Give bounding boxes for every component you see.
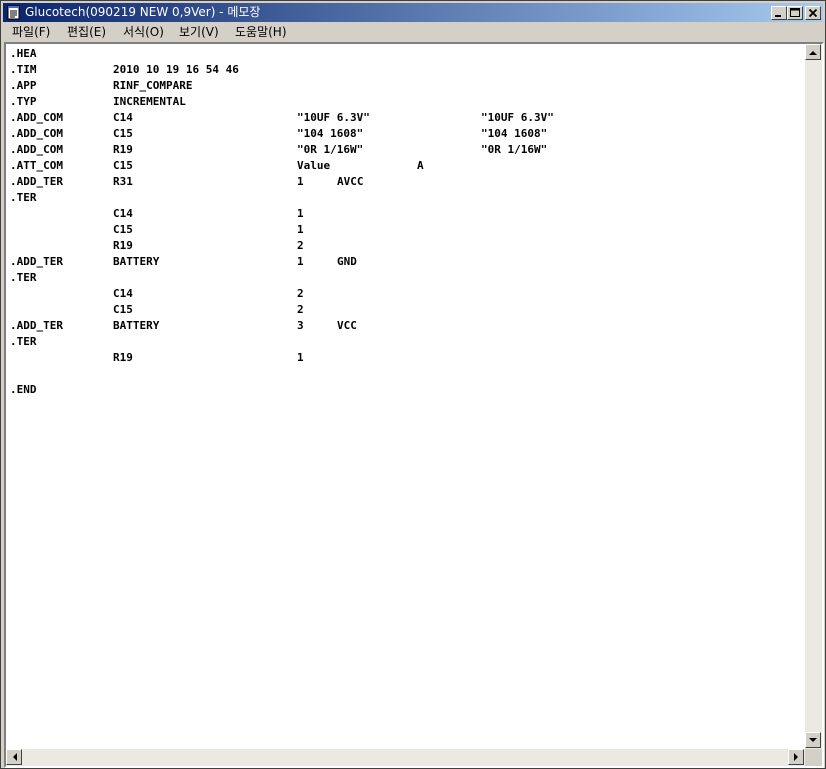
document-cell: .TYP [10, 95, 37, 108]
menu-edit[interactable]: 편집(E) [67, 25, 106, 39]
document-cell: 1 [297, 207, 304, 220]
document-cell: VCC [337, 319, 357, 332]
document-cell: 1 [297, 175, 304, 188]
document-cell: 2 [297, 287, 304, 300]
document-cell: C14 [113, 111, 133, 124]
document-cell: R19 [113, 143, 133, 156]
menu-help[interactable]: 도움말(H) [235, 25, 287, 39]
text-editor[interactable]: .HEA .TIM 2010 10 19 16 54 46 .APP RINF_COMP… [6, 44, 805, 749]
document-cell: "104 1608" [481, 127, 548, 140]
document-cell: C15 [113, 223, 133, 236]
document-cell: .ADD_COM [10, 143, 63, 156]
document-cell: .ATT_COM [10, 159, 63, 172]
document-cell: INCREMENTAL [113, 95, 186, 108]
document-cell: .TER [10, 335, 37, 348]
scroll-down-button[interactable] [805, 732, 821, 748]
document-cell: 1 [297, 223, 304, 236]
editor-frame: .HEA .TIM 2010 10 19 16 54 46 .APP RINF_COMP… [4, 42, 824, 768]
menu-format[interactable]: 서식(O) [123, 25, 164, 39]
document-cell: C14 [113, 287, 133, 300]
size-grip [805, 749, 822, 766]
menu-file[interactable]: 파일(F) [12, 25, 50, 39]
document-cell: "0R 1/16W" [297, 143, 364, 156]
document-cell: RINF_COMPARE [113, 79, 193, 92]
document-cell: BATTERY [113, 319, 160, 332]
document-cell: A [417, 159, 424, 172]
document-cell: C15 [113, 127, 133, 140]
scroll-left-button[interactable] [6, 749, 22, 765]
menu-bar: 파일(F) 편집(E) 서식(O) 보기(V) 도움말(H) [3, 22, 823, 42]
close-button[interactable] [805, 6, 821, 20]
document-cell: 1 [297, 351, 304, 364]
document-cell: 2 [297, 303, 304, 316]
arrow-right-icon [793, 753, 798, 761]
arrow-down-icon [809, 737, 817, 742]
document-cell: AVCC [337, 175, 364, 188]
vertical-scrollbar[interactable] [805, 44, 822, 749]
document-cell: .END [10, 383, 37, 396]
document-cell: C14 [113, 207, 133, 220]
window-title: Glucotech(090219 NEW 0,9Ver) - 메모장 [25, 5, 261, 19]
document-cell: R19 [113, 239, 133, 252]
document-cell: 2 [297, 239, 304, 252]
document-cell: 2010 10 19 16 54 46 [113, 63, 239, 76]
document-cell: R31 [113, 175, 133, 188]
document-cell: .ADD_TER [10, 175, 63, 188]
document-cell: "10UF 6.3V" [481, 111, 554, 124]
maximize-icon [790, 8, 800, 17]
document-cell: .APP [10, 79, 37, 92]
document-cell: .TER [10, 271, 37, 284]
maximize-button[interactable] [787, 6, 803, 20]
document-cell: .HEA [10, 47, 37, 60]
document-cell: BATTERY [113, 255, 160, 268]
notepad-icon [7, 5, 20, 20]
scroll-right-button[interactable] [788, 749, 804, 765]
document-cell: C15 [113, 159, 133, 172]
document-cell: 3 [297, 319, 304, 332]
document-cell: .ADD_COM [10, 111, 63, 124]
arrow-up-icon [809, 50, 817, 55]
document-cell: "104 1608" [297, 127, 364, 140]
document-cell: "10UF 6.3V" [297, 111, 370, 124]
close-icon [808, 8, 818, 18]
notepad-window: Glucotech(090219 NEW 0,9Ver) - 메모장 파일(F)… [0, 0, 826, 769]
document-cell: .ADD_TER [10, 319, 63, 332]
document-cell: GND [337, 255, 357, 268]
arrow-left-icon [12, 753, 17, 761]
document-cell: "0R 1/16W" [481, 143, 548, 156]
horizontal-scrollbar[interactable] [6, 749, 805, 766]
minimize-button[interactable] [771, 6, 787, 20]
title-bar[interactable]: Glucotech(090219 NEW 0,9Ver) - 메모장 [3, 3, 823, 22]
document-cell: .TER [10, 191, 37, 204]
document-cell: .TIM [10, 63, 37, 76]
minimize-icon [775, 15, 781, 17]
document-cell: 1 [297, 255, 304, 268]
document-cell: .ADD_TER [10, 255, 63, 268]
document-cell: C15 [113, 303, 133, 316]
document-cell: .ADD_COM [10, 127, 63, 140]
document-cell: R19 [113, 351, 133, 364]
menu-view[interactable]: 보기(V) [179, 25, 219, 39]
scroll-up-button[interactable] [805, 44, 821, 60]
document-cell: Value [297, 159, 331, 172]
